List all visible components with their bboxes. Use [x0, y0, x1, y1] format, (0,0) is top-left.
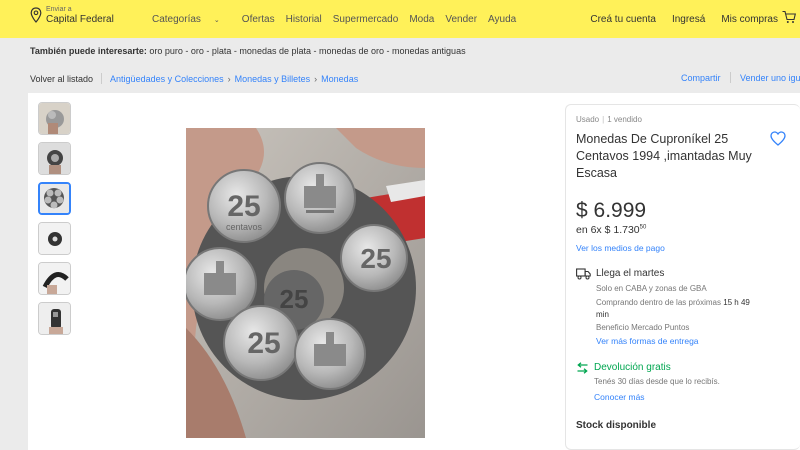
- shipping-deadline-unit: min: [596, 310, 609, 319]
- header-bar: Enviar a Capital Federal Categorías ⌄ Ofe…: [0, 0, 800, 38]
- thumbnail-6[interactable]: [38, 302, 71, 335]
- sell-same-link[interactable]: Vender uno igu: [740, 73, 800, 83]
- breadcrumb-coins-bills[interactable]: Monedas y Billetes: [235, 74, 311, 84]
- breadcrumb: Volver al listado Antigüedades y Colecci…: [30, 73, 358, 84]
- nav-categories[interactable]: Categorías ⌄: [152, 14, 231, 25]
- nav-fashion[interactable]: Moda: [409, 14, 434, 25]
- nav-offers[interactable]: Ofertas: [242, 14, 275, 25]
- product-main-image[interactable]: 25 25 centavos 25 25: [186, 128, 425, 438]
- shipping-deadline: Comprando dentro de las próximas 15 h 49: [596, 298, 750, 307]
- installments-cents: 50: [639, 224, 647, 231]
- shipping-location[interactable]: Enviar a Capital Federal: [30, 6, 114, 25]
- location-caption: Enviar a: [46, 6, 72, 13]
- free-return-title: Devolución gratis: [594, 362, 671, 373]
- breadcrumb-antiques[interactable]: Antigüedades y Colecciones: [110, 74, 224, 84]
- nav-history[interactable]: Historial: [286, 14, 322, 25]
- related-searches: También puede interesarte: oro puro - or…: [30, 46, 466, 56]
- condition-sold: Usado | 1 vendido: [576, 115, 642, 124]
- my-purchases-link[interactable]: Mis compras: [721, 14, 778, 25]
- heart-icon[interactable]: [770, 131, 786, 146]
- truck-icon: [576, 268, 591, 280]
- thumbnail-3-selected[interactable]: [38, 182, 71, 215]
- shipping-deadline-time: 15 h 49: [723, 298, 750, 307]
- svg-text:25: 25: [280, 284, 309, 314]
- shipping-title: Llega el martes: [596, 268, 665, 279]
- return-arrow-icon: [577, 362, 588, 374]
- user-links: Creá tu cuenta Ingresá Mis compras: [574, 14, 778, 25]
- shipping-area: Solo en CABA y zonas de GBA: [596, 284, 707, 293]
- stock-status: Stock disponible: [576, 420, 657, 431]
- thumbnail-2[interactable]: [38, 142, 71, 175]
- svg-text:25: 25: [227, 190, 260, 223]
- svg-text:25: 25: [247, 327, 280, 360]
- learn-more-link[interactable]: Conocer más: [594, 392, 645, 402]
- breadcrumb-arrow: ›: [314, 73, 318, 84]
- thumbnail-5[interactable]: [38, 262, 71, 295]
- nav-sell[interactable]: Vender: [445, 14, 477, 25]
- location-value: Capital Federal: [46, 14, 114, 25]
- thumbnail-1[interactable]: [38, 102, 71, 135]
- breadcrumb-divider: [101, 73, 103, 84]
- product-title: Monedas De Cuproníkel 25 Centavos 1994 ,…: [576, 132, 752, 180]
- breadcrumb-coins[interactable]: Monedas: [321, 74, 358, 84]
- payment-methods-link[interactable]: Ver los medios de pago: [576, 243, 665, 253]
- back-to-list-link[interactable]: Volver al listado: [30, 74, 93, 84]
- svg-text:centavos: centavos: [226, 222, 263, 232]
- svg-text:25: 25: [360, 243, 391, 274]
- shipping-benefit: Beneficio Mercado Puntos: [596, 323, 690, 332]
- share-link[interactable]: Compartir: [681, 73, 721, 83]
- related-items[interactable]: oro puro - oro - plata - monedas de plat…: [149, 46, 465, 56]
- condition-label: Usado: [576, 115, 600, 124]
- more-shipping-options-link[interactable]: Ver más formas de entrega: [596, 336, 699, 346]
- product-price: $ 6.999: [576, 199, 647, 222]
- thumbnail-4[interactable]: [38, 222, 71, 255]
- location-pin-icon: [30, 7, 42, 23]
- login-link[interactable]: Ingresá: [672, 14, 705, 25]
- installments-amount: en 6x $ 1.730: [576, 224, 640, 236]
- share-divider: [730, 72, 731, 83]
- installments: en 6x $ 1.73050: [576, 224, 646, 236]
- main-nav: Categorías ⌄ Ofertas Historial Supermerca…: [152, 14, 527, 25]
- nav-supermarket[interactable]: Supermercado: [333, 14, 399, 25]
- chevron-down-icon: ⌄: [213, 17, 220, 24]
- free-return-text: Tenés 30 días desde que lo recibís.: [594, 377, 720, 386]
- nav-help[interactable]: Ayuda: [488, 14, 516, 25]
- cart-icon[interactable]: [782, 10, 796, 24]
- sold-count: 1 vendido: [607, 115, 642, 124]
- shipping-deadline-text: Comprando dentro de las próximas: [596, 298, 721, 307]
- related-label: También puede interesarte:: [30, 46, 147, 56]
- create-account-link[interactable]: Creá tu cuenta: [590, 14, 656, 25]
- thumbnail-gallery: [38, 102, 71, 342]
- breadcrumb-arrow: ›: [227, 73, 231, 84]
